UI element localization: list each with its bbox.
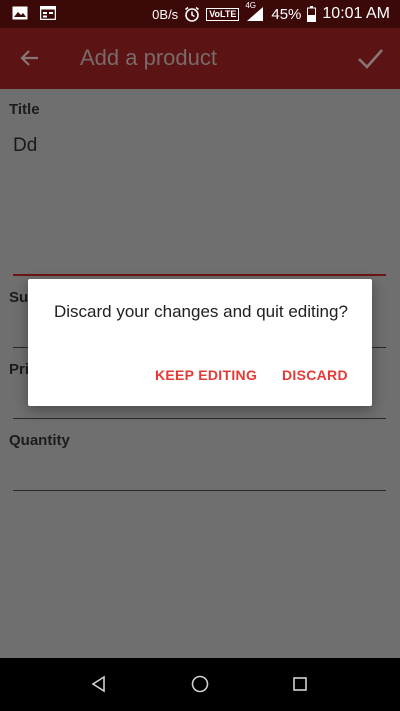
status-bar: 0B/s VoLTE 4G 45% 10:01 AM xyxy=(0,0,400,28)
app-bar: Add a product xyxy=(0,28,400,89)
price-underline[interactable] xyxy=(13,418,386,419)
discard-button[interactable]: DISCARD xyxy=(282,367,348,383)
arrow-left-icon[interactable] xyxy=(18,46,42,75)
page-title: Add a product xyxy=(80,45,217,70)
quantity-label: Quantity xyxy=(9,432,70,449)
clock-time: 10:01 AM xyxy=(322,5,390,22)
calendar-icon xyxy=(40,6,56,20)
battery-percent: 45% xyxy=(271,5,302,23)
title-input[interactable]: Dd xyxy=(13,135,37,157)
check-icon[interactable] xyxy=(356,44,384,77)
alarm-icon xyxy=(184,6,200,22)
dialog-message: Discard your changes and quit editing? xyxy=(54,302,348,321)
price-label: Pri xyxy=(9,361,30,378)
status-left-icons xyxy=(12,6,56,20)
battery-icon xyxy=(307,6,317,22)
keep-editing-button[interactable]: KEEP EDITING xyxy=(155,367,257,383)
image-icon xyxy=(12,6,28,20)
quantity-underline[interactable] xyxy=(13,490,386,491)
network-speed: 0B/s xyxy=(152,6,179,22)
title-underline xyxy=(13,274,386,276)
status-right: 0B/s VoLTE 4G 45% 10:01 AM xyxy=(152,1,390,23)
recents-square-icon[interactable] xyxy=(292,675,308,698)
title-label: Title xyxy=(9,101,40,118)
system-nav-bar xyxy=(0,658,400,711)
discard-dialog: Discard your changes and quit editing? K… xyxy=(28,279,372,406)
back-triangle-icon[interactable] xyxy=(90,675,108,698)
volte-badge: VoLTE xyxy=(206,7,240,21)
supplier-label: Su xyxy=(9,289,29,306)
home-circle-icon[interactable] xyxy=(191,675,209,698)
signal-icon: 4G xyxy=(245,1,265,22)
